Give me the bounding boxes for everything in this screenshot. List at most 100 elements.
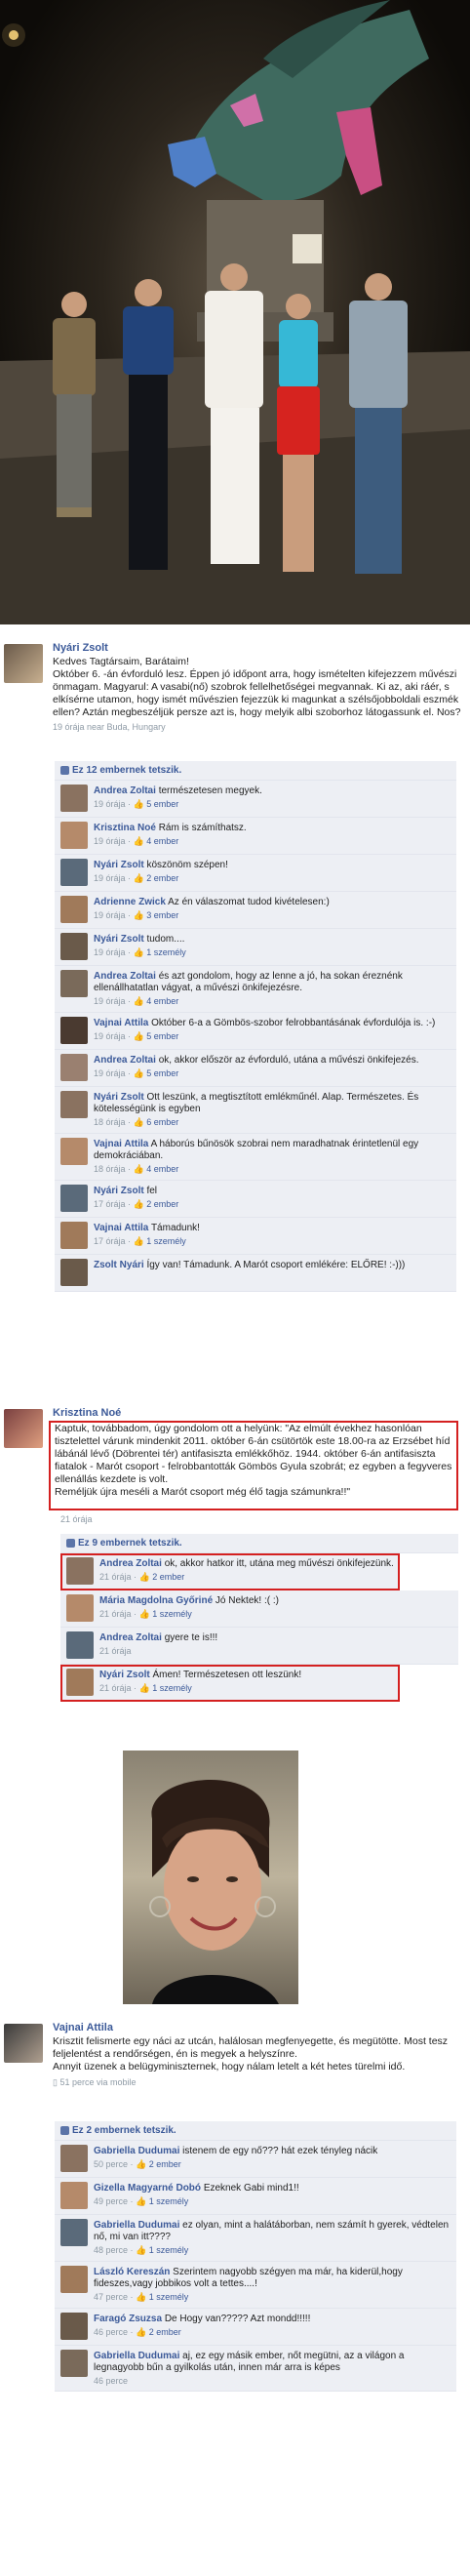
comment-body: Jó Nektek! :( :) bbox=[215, 1595, 279, 1606]
comment-like-count[interactable]: 2 ember bbox=[149, 2159, 181, 2169]
avatar[interactable] bbox=[60, 822, 88, 849]
person-1 bbox=[53, 292, 96, 517]
avatar[interactable] bbox=[60, 859, 88, 886]
avatar[interactable] bbox=[60, 1138, 88, 1165]
comment-time: 17 órája bbox=[94, 1199, 126, 1209]
likes-summary[interactable]: Ez 9 embernek tetszik. bbox=[60, 1534, 458, 1553]
avatar[interactable] bbox=[66, 1557, 94, 1585]
comment-meta: 19 órája · 👍 2 ember bbox=[94, 873, 179, 883]
comment-item: Mária Magdolna Győriné Jó Nektek! :( :) 2… bbox=[60, 1590, 458, 1628]
comment-like-count[interactable]: 1 személy bbox=[146, 947, 186, 957]
thumbs-up-icon: 👍 bbox=[133, 1068, 147, 1078]
comment-like-count[interactable]: 5 ember bbox=[146, 1068, 178, 1078]
thumbs-up-icon bbox=[60, 765, 69, 775]
comment-like-count[interactable]: 2 ember bbox=[149, 2327, 181, 2337]
thumbs-up-icon: 👍 bbox=[138, 1609, 153, 1619]
comment-author[interactable]: Krisztina Noé bbox=[94, 823, 156, 833]
comment-author[interactable]: Faragó Zsuzsa bbox=[94, 2314, 162, 2324]
avatar[interactable] bbox=[66, 1631, 94, 1659]
comment-like-count[interactable]: 2 ember bbox=[152, 1572, 184, 1582]
avatar[interactable] bbox=[60, 1222, 88, 1249]
comment-author[interactable]: Zsolt Nyári bbox=[94, 1260, 144, 1270]
avatar[interactable] bbox=[60, 2182, 88, 2209]
thumbs-up-icon: 👍 bbox=[133, 799, 147, 809]
post-text: Krisztit felismerte egy náci az utcán, h… bbox=[53, 2035, 449, 2073]
comment-author[interactable]: Gabriella Dudumai bbox=[94, 2146, 179, 2156]
likes-summary[interactable]: Ez 12 embernek tetszik. bbox=[55, 761, 456, 781]
comment-author[interactable]: Nyári Zsolt bbox=[94, 860, 144, 870]
avatar[interactable] bbox=[60, 933, 88, 960]
comment-author[interactable]: Andrea Zoltai bbox=[94, 1055, 156, 1066]
comment-meta: 50 perce · 👍 2 ember bbox=[94, 2159, 181, 2169]
avatar[interactable] bbox=[60, 2350, 88, 2377]
comment-author[interactable]: Mária Magdolna Győriné bbox=[99, 1595, 213, 1606]
comment-like-count[interactable]: 1 személy bbox=[149, 2245, 189, 2255]
comment-like-count[interactable]: 1 személy bbox=[149, 2292, 189, 2302]
comment-author[interactable]: Adrienne Zwick bbox=[94, 897, 166, 907]
likes-summary[interactable]: Ez 2 embernek tetszik. bbox=[55, 2121, 456, 2141]
avatar[interactable] bbox=[60, 1091, 88, 1118]
comment-author[interactable]: Andrea Zoltai bbox=[94, 971, 156, 982]
avatar[interactable] bbox=[60, 1259, 88, 1286]
comment-author[interactable]: Andrea Zoltai bbox=[94, 785, 156, 796]
avatar[interactable] bbox=[4, 2024, 43, 2063]
avatar[interactable] bbox=[60, 2145, 88, 2172]
comment-item: László Kereszán Szerintem nagyobb szégye… bbox=[55, 2262, 456, 2309]
comment-like-count[interactable]: 3 ember bbox=[146, 910, 178, 920]
comment-like-count[interactable]: 2 ember bbox=[146, 1199, 178, 1209]
avatar[interactable] bbox=[4, 1409, 43, 1448]
comment-like-count[interactable]: 4 ember bbox=[146, 996, 178, 1006]
comment-time: 21 órája bbox=[99, 1609, 132, 1619]
avatar[interactable] bbox=[60, 2266, 88, 2293]
avatar[interactable] bbox=[60, 1054, 88, 1081]
comment-like-count[interactable]: 4 ember bbox=[146, 836, 178, 846]
likes-summary-text[interactable]: Ez 9 embernek tetszik. bbox=[78, 1538, 182, 1549]
comment-like-count[interactable]: 2 ember bbox=[146, 873, 178, 883]
avatar[interactable] bbox=[60, 1017, 88, 1044]
comment-author[interactable]: Gizella Magyarné Dobó bbox=[94, 2183, 201, 2194]
comment-like-count[interactable]: 1 személy bbox=[146, 1236, 186, 1246]
comment-author[interactable]: Andrea Zoltai bbox=[99, 1558, 162, 1569]
comment-body: Október 6-a a Gömbös-szobor felrobbantás… bbox=[151, 1018, 436, 1028]
comment-like-count[interactable]: 5 ember bbox=[146, 1031, 178, 1041]
comment-author[interactable]: László Kereszán bbox=[94, 2267, 170, 2277]
post-author[interactable]: Nyári Zsolt bbox=[53, 642, 462, 654]
comment-author[interactable]: Gabriella Dudumai bbox=[94, 2351, 179, 2361]
comment-author[interactable]: Nyári Zsolt bbox=[94, 1186, 144, 1196]
post-author[interactable]: Vajnai Attila bbox=[53, 2022, 462, 2033]
avatar[interactable] bbox=[60, 2313, 88, 2340]
avatar[interactable] bbox=[60, 896, 88, 923]
comment-author[interactable]: Vajnai Attila bbox=[94, 1018, 148, 1028]
comment-author[interactable]: Gabriella Dudumai bbox=[94, 2220, 179, 2231]
comment-text: Andrea Zoltai és azt gondolom, hogy az l… bbox=[94, 971, 450, 994]
comment-like-count[interactable]: 1 személy bbox=[152, 1609, 192, 1619]
comment-text: Nyári Zsolt fel bbox=[94, 1186, 450, 1197]
likes-summary-text[interactable]: Ez 12 embernek tetszik. bbox=[72, 765, 181, 776]
post-author[interactable]: Krisztina Noé bbox=[53, 1407, 462, 1419]
comment-item: Faragó Zsuzsa De Hogy van????? Azt mondd… bbox=[55, 2309, 456, 2346]
comment-author[interactable]: Vajnai Attila bbox=[94, 1139, 148, 1149]
avatar[interactable] bbox=[66, 1594, 94, 1622]
comment-meta: 17 órája · 👍 1 személy bbox=[94, 1236, 186, 1246]
thumbs-up-icon: 👍 bbox=[133, 1236, 147, 1246]
likes-summary-text[interactable]: Ez 2 embernek tetszik. bbox=[72, 2125, 176, 2136]
comment-author[interactable]: Andrea Zoltai bbox=[99, 1632, 162, 1643]
avatar[interactable] bbox=[60, 2219, 88, 2246]
comment-author[interactable]: Nyári Zsolt bbox=[94, 1092, 144, 1103]
avatar[interactable] bbox=[4, 644, 43, 683]
comment-meta: 21 órája bbox=[99, 1646, 452, 1656]
comment-like-count[interactable]: 1 személy bbox=[152, 1683, 192, 1693]
comment-like-count[interactable]: 6 ember bbox=[146, 1117, 178, 1127]
comment-author[interactable]: Nyári Zsolt bbox=[99, 1670, 150, 1680]
avatar[interactable] bbox=[60, 970, 88, 997]
avatar[interactable] bbox=[60, 785, 88, 812]
comment-like-count[interactable]: 4 ember bbox=[146, 1164, 178, 1174]
comment-author[interactable]: Nyári Zsolt bbox=[94, 934, 144, 945]
comment-meta: 19 órája · 👍 4 ember bbox=[94, 996, 179, 1006]
comment-like-count[interactable]: 1 személy bbox=[149, 2196, 189, 2206]
comment-body: Így van! Támadunk. A Marót csoport emlék… bbox=[146, 1260, 406, 1270]
avatar[interactable] bbox=[66, 1669, 94, 1696]
comment-author[interactable]: Vajnai Attila bbox=[94, 1223, 148, 1233]
comment-like-count[interactable]: 5 ember bbox=[146, 799, 178, 809]
avatar[interactable] bbox=[60, 1185, 88, 1212]
